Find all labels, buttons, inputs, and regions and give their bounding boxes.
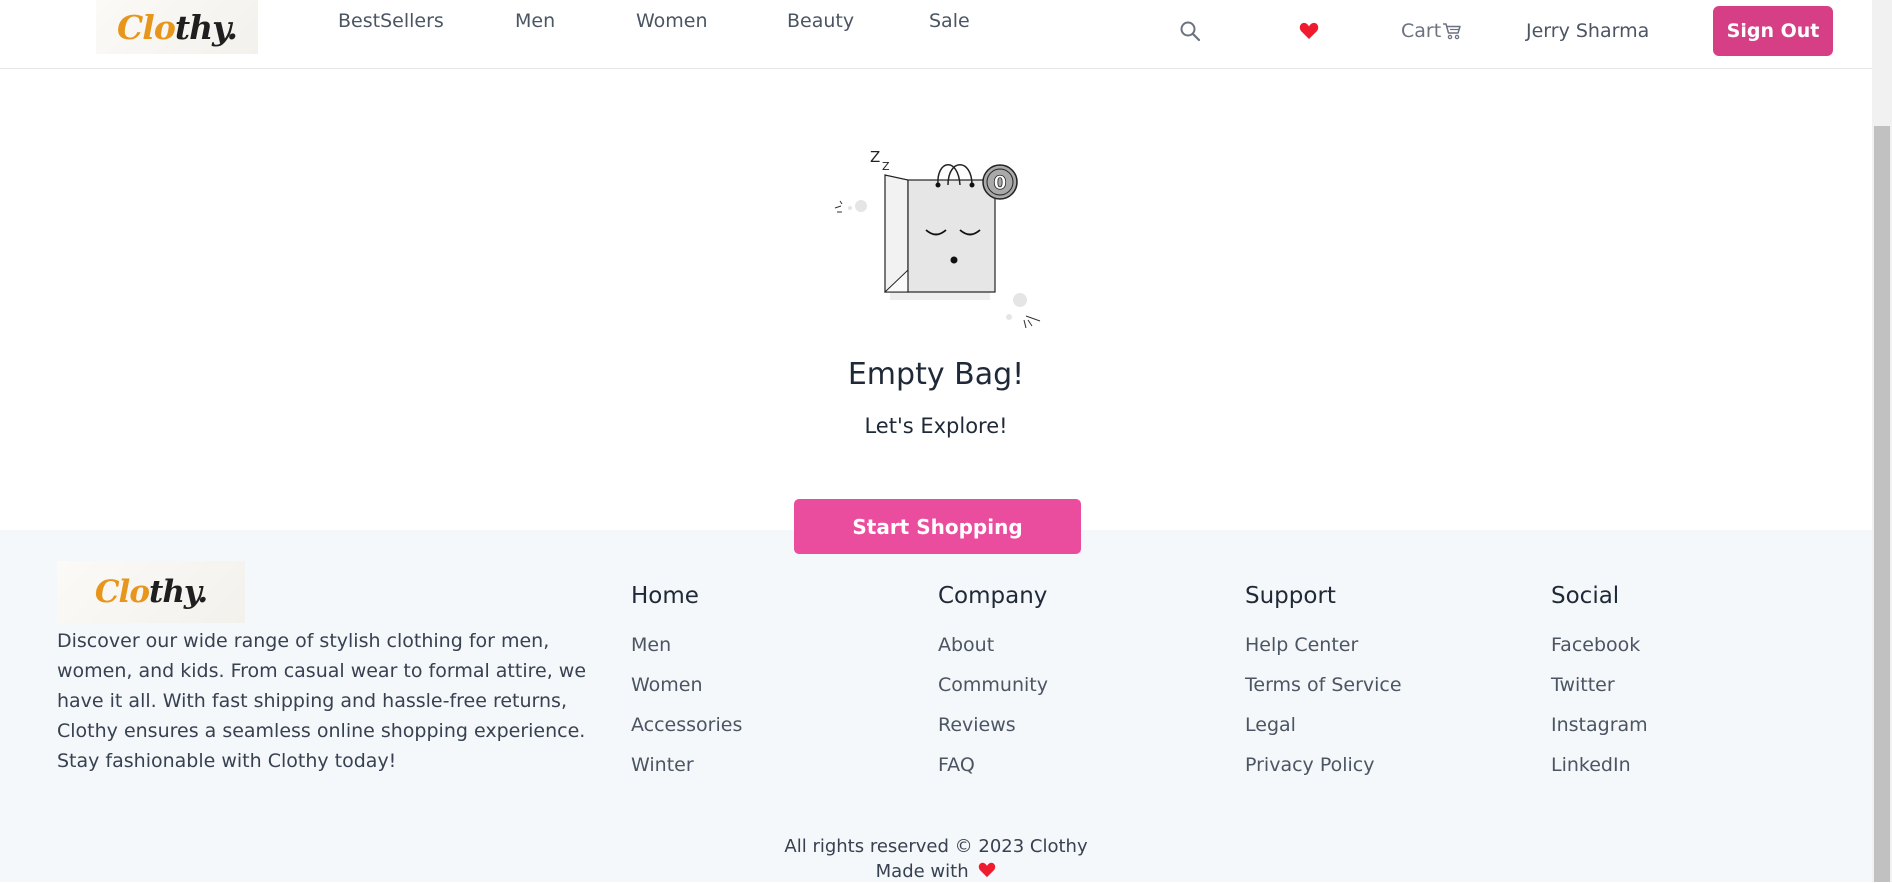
user-name[interactable]: Jerry Sharma bbox=[1526, 20, 1649, 42]
footer-brand-logo-part2: thy. bbox=[149, 574, 208, 610]
footer-link-men[interactable]: Men bbox=[631, 629, 742, 669]
empty-bag-subtitle: Let's Explore! bbox=[864, 414, 1008, 438]
copyright-text: All rights reserved © 2023 Clothy bbox=[784, 836, 1088, 857]
site-header: Clo thy. BestSellers Men Women Beauty Sal… bbox=[0, 0, 1872, 69]
footer-link-legal[interactable]: Legal bbox=[1245, 709, 1402, 749]
sign-out-button[interactable]: Sign Out bbox=[1713, 6, 1833, 56]
footer-link-reviews[interactable]: Reviews bbox=[938, 709, 1048, 749]
footer-link-twitter[interactable]: Twitter bbox=[1551, 669, 1648, 709]
nav-beauty[interactable]: Beauty bbox=[787, 10, 854, 32]
footer-link-facebook[interactable]: Facebook bbox=[1551, 629, 1648, 669]
made-with-text: Made with bbox=[875, 861, 969, 882]
sleep-z-large: Z bbox=[870, 148, 880, 166]
nav-women[interactable]: Women bbox=[636, 10, 708, 32]
footer-link-about[interactable]: About bbox=[938, 629, 1048, 669]
footer-column-home: Home Men Women Accessories Winter bbox=[631, 583, 742, 789]
footer-column-title: Company bbox=[938, 583, 1048, 609]
footer-column-social: Social Facebook Twitter Instagram Linked… bbox=[1551, 583, 1648, 789]
cart-label: Cart bbox=[1401, 20, 1442, 42]
footer-link-terms-of-service[interactable]: Terms of Service bbox=[1245, 669, 1402, 709]
bag-count-badge: 0 bbox=[993, 172, 1006, 194]
cart-icon bbox=[1442, 22, 1462, 40]
footer-column-company: Company About Community Reviews FAQ bbox=[938, 583, 1048, 789]
footer-link-help-center[interactable]: Help Center bbox=[1245, 629, 1402, 669]
footer-column-support: Support Help Center Terms of Service Leg… bbox=[1245, 583, 1402, 789]
scrollbar-thumb[interactable] bbox=[1874, 126, 1890, 882]
footer-column-title: Support bbox=[1245, 583, 1336, 609]
footer-link-accessories[interactable]: Accessories bbox=[631, 709, 742, 749]
sleep-z-small: Z bbox=[882, 160, 890, 173]
made-with-line: Made with bbox=[0, 861, 1872, 882]
footer-brand-logo-part1: Clo bbox=[94, 574, 150, 610]
footer-link-instagram[interactable]: Instagram bbox=[1551, 709, 1648, 749]
empty-bag-illustration: 0 Z Z bbox=[830, 140, 1050, 340]
brand-logo-part1: Clo bbox=[117, 7, 176, 47]
footer-link-winter[interactable]: Winter bbox=[631, 749, 742, 789]
cart-link[interactable]: Cart bbox=[1401, 20, 1462, 42]
footer-brand-logo[interactable]: Clo thy. bbox=[57, 561, 245, 623]
page-scrollbar[interactable] bbox=[1872, 0, 1892, 882]
footer-link-privacy-policy[interactable]: Privacy Policy bbox=[1245, 749, 1402, 789]
start-shopping-button[interactable]: Start Shopping bbox=[794, 499, 1081, 554]
footer-column-title: Home bbox=[631, 583, 699, 609]
empty-bag-title: Empty Bag! bbox=[847, 357, 1025, 392]
brand-logo-part2: thy. bbox=[174, 7, 238, 47]
search-icon[interactable] bbox=[1179, 20, 1201, 42]
heart-icon[interactable] bbox=[1299, 22, 1319, 40]
footer-link-women[interactable]: Women bbox=[631, 669, 742, 709]
footer-link-community[interactable]: Community bbox=[938, 669, 1048, 709]
footer-description: Discover our wide range of stylish cloth… bbox=[57, 630, 587, 772]
nav-sale[interactable]: Sale bbox=[929, 10, 970, 32]
nav-men[interactable]: Men bbox=[515, 10, 555, 32]
nav-bestsellers[interactable]: BestSellers bbox=[338, 10, 444, 32]
footer-column-title: Social bbox=[1551, 583, 1620, 609]
heart-icon bbox=[978, 862, 996, 878]
brand-logo[interactable]: Clo thy. bbox=[96, 0, 258, 54]
footer-link-linkedin[interactable]: LinkedIn bbox=[1551, 749, 1648, 789]
footer-link-faq[interactable]: FAQ bbox=[938, 749, 1048, 789]
